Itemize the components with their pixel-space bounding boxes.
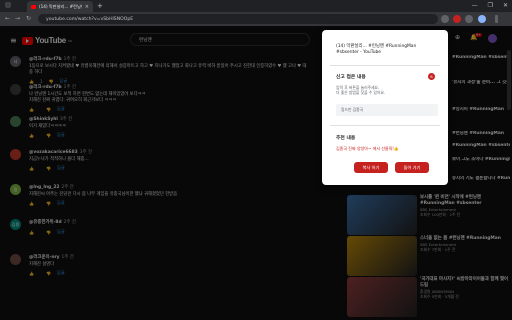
reload-icon[interactable]: ↻ [26, 15, 31, 22]
go-button[interactable]: 들어 가기 [395, 162, 429, 173]
back-icon[interactable]: ← [5, 15, 10, 22]
popup-divider-2 [330, 125, 440, 126]
copy-button[interactable]: 복사 하기 [354, 162, 388, 173]
extension-icon[interactable] [453, 15, 461, 23]
popup-section2-text: 김종국 진짜 양양아~ 에서 선물줘!👍 [336, 146, 399, 151]
popup-section1-count: 8 [428, 73, 435, 80]
youtube-favicon-icon [31, 4, 36, 9]
popup-section1-desc: 입력 후 버튼을 눌러주세요. 더 좋은 방법을 찾을 수 있어요. [336, 85, 386, 95]
address-bar[interactable]: youtube.com/watch?v=vSbHlSNOOpE [38, 14, 438, 24]
popup-section1-title: 신고 접은 내용 [336, 75, 366, 80]
profile-avatar[interactable] [478, 15, 486, 23]
new-tab-button[interactable]: + [97, 2, 103, 10]
close-window-icon[interactable]: ✕ [503, 2, 508, 9]
tab-search-icon[interactable] [5, 2, 11, 8]
url-text: youtube.com/watch?v=vSbHlSNOOpE [46, 16, 134, 22]
forward-icon[interactable]: → [15, 15, 20, 22]
maximize-icon[interactable]: ❐ [488, 2, 493, 9]
popup-input[interactable]: 링드만 김종국 [336, 104, 438, 116]
menu-kebab-icon[interactable] [495, 15, 498, 23]
tab-close-icon[interactable]: × [85, 4, 89, 10]
window-controls: — ❐ ✕ [472, 2, 508, 9]
tab-title: (14) 막판살리... #런닝맨 #Runni... [39, 3, 82, 9]
popup-section2-title: 추천 내용 [336, 136, 356, 141]
minimize-icon[interactable]: — [472, 2, 478, 9]
popup-title: (14) 막판살리... #런닝맨 #RunningMan #sbsenter … [336, 44, 417, 55]
puzzle-icon[interactable] [465, 15, 473, 23]
popup-divider [330, 65, 440, 66]
browser-tab[interactable]: (14) 막판살리... #런닝맨 #Runni... × [27, 1, 93, 12]
bookmark-icon[interactable] [441, 15, 449, 23]
